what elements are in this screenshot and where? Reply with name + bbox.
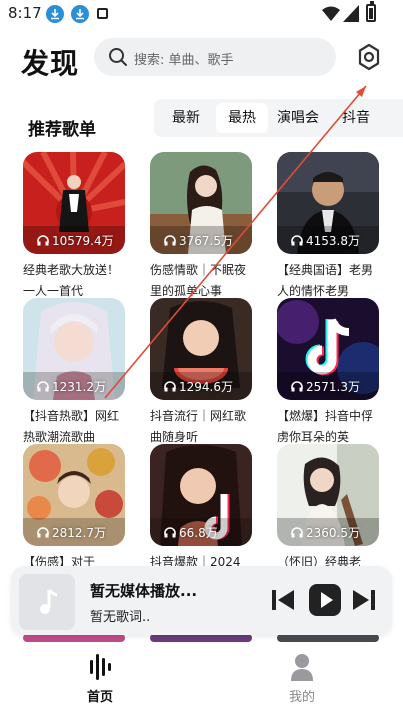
section-title: 推荐歌单 bbox=[28, 120, 96, 140]
play-count: 3767.5万 bbox=[164, 232, 233, 249]
playlist-cover: 3767.5万 bbox=[150, 152, 252, 254]
page-title: 发现 bbox=[21, 47, 80, 80]
playlist-cover: 1294.6万 bbox=[150, 298, 252, 400]
player-artwork bbox=[19, 574, 75, 630]
playlist-card[interactable]: 2571.3万 【燃爆】抖音中俘虏你耳朵的英 bbox=[277, 298, 379, 448]
person-icon bbox=[291, 654, 313, 681]
headphones-icon bbox=[291, 527, 303, 538]
player-track-title: 暂无媒体播放... bbox=[90, 582, 198, 600]
playlist-cover: 4153.8万 bbox=[277, 152, 379, 254]
playlist-title: 【抖音热歌】网红热歌潮流歌曲 bbox=[23, 409, 120, 444]
download-notification-icon bbox=[46, 5, 64, 23]
bottom-nav: 首页 我的 bbox=[0, 642, 403, 716]
tab-concert[interactable]: 演唱会 bbox=[272, 103, 324, 133]
previous-track-button[interactable] bbox=[269, 586, 297, 614]
search-placeholder: 搜索: 单曲、歌手 bbox=[134, 53, 234, 68]
playlist-card[interactable]: 3767.5万 伤感情歌｜不眠夜里的孤单心事 bbox=[150, 152, 252, 302]
play-count: 2571.3万 bbox=[291, 378, 360, 395]
playlist-title: 【经典国语】老男人的情怀老男 bbox=[277, 263, 374, 298]
play-count: 66.8万 bbox=[164, 524, 218, 541]
playlist-cover: 2571.3万 bbox=[277, 298, 379, 400]
notification-square-icon bbox=[97, 8, 108, 19]
headphones-icon bbox=[164, 235, 176, 246]
playlist-card[interactable]: 2360.5万 （怀旧）经典老 bbox=[277, 444, 379, 569]
playlist-cover: 1231.2万 bbox=[23, 298, 125, 400]
player-lyric: 暂无歌词.. bbox=[90, 610, 151, 625]
search-icon bbox=[109, 48, 127, 66]
playlist-card[interactable]: 1231.2万 【抖音热歌】网红热歌潮流歌曲 bbox=[23, 298, 125, 448]
headphones-icon bbox=[37, 527, 49, 538]
playlist-cover: 10579.4万 bbox=[23, 152, 125, 254]
category-tabs: 最新 最热 演唱会 抖音 bbox=[154, 99, 403, 137]
playlist-cover-peek bbox=[277, 634, 379, 642]
play-count: 4153.8万 bbox=[291, 232, 360, 249]
playlist-title: 伤感情歌｜不眠夜里的孤单心事 bbox=[150, 263, 247, 298]
settings-gear-icon[interactable] bbox=[354, 42, 384, 72]
tab-hottest[interactable]: 最热 bbox=[216, 103, 268, 133]
play-count: 2360.5万 bbox=[291, 524, 360, 541]
play-icon bbox=[321, 592, 333, 608]
playlist-cover: 2812.7万 bbox=[23, 444, 125, 546]
download-notification-icon bbox=[71, 5, 89, 23]
play-count: 1231.2万 bbox=[37, 378, 106, 395]
playlist-card[interactable]: 10579.4万 经典老歌大放送！一人一首代 bbox=[23, 152, 125, 302]
headphones-icon bbox=[164, 527, 176, 538]
headphones-icon bbox=[37, 235, 49, 246]
battery-icon bbox=[366, 1, 376, 22]
tab-douyin[interactable]: 抖音 bbox=[330, 103, 382, 133]
music-note-icon bbox=[40, 588, 58, 614]
play-count: 2812.7万 bbox=[37, 524, 106, 541]
nav-mine-label: 我的 bbox=[288, 690, 315, 705]
play-count: 10579.4万 bbox=[37, 232, 114, 249]
headphones-icon bbox=[37, 381, 49, 392]
playlist-cover-peek bbox=[23, 634, 125, 642]
status-time: 8:17 bbox=[8, 4, 42, 22]
headphones-icon bbox=[164, 381, 176, 392]
playlist-card[interactable]: 2812.7万 【伤感】对于 bbox=[23, 444, 125, 569]
playlist-card[interactable]: 66.8万 抖音爆款｜2024 bbox=[150, 444, 252, 569]
headphones-icon bbox=[291, 381, 303, 392]
playlist-cover: 66.8万 bbox=[150, 444, 252, 546]
waveform-icon bbox=[90, 654, 111, 680]
nav-home[interactable]: 首页 bbox=[70, 652, 130, 712]
playlist-cover: 2360.5万 bbox=[277, 444, 379, 546]
signal-icon bbox=[343, 5, 359, 22]
playlist-card[interactable]: 4153.8万 【经典国语】老男人的情怀老男 bbox=[277, 152, 379, 302]
playlist-title: 【燃爆】抖音中俘虏你耳朵的英 bbox=[277, 409, 374, 444]
playlist-card[interactable]: 1294.6万 抖音流行｜网红歌曲随身听 bbox=[150, 298, 252, 448]
headphones-icon bbox=[291, 235, 303, 246]
nav-home-label: 首页 bbox=[86, 690, 113, 705]
wifi-icon bbox=[322, 6, 340, 21]
status-bar: 8:17 bbox=[0, 0, 403, 28]
mini-player[interactable]: 暂无媒体播放... 暂无歌词.. bbox=[11, 566, 392, 635]
play-button[interactable] bbox=[309, 584, 341, 616]
tab-latest[interactable]: 最新 bbox=[160, 103, 212, 133]
nav-mine[interactable]: 我的 bbox=[272, 652, 332, 712]
playlist-cover-peek bbox=[150, 634, 252, 642]
play-count: 1294.6万 bbox=[164, 378, 233, 395]
playlist-title: 经典老歌大放送！一人一首代 bbox=[23, 263, 120, 298]
search-bar[interactable]: 搜索: 单曲、歌手 bbox=[94, 38, 336, 76]
next-track-button[interactable] bbox=[350, 586, 378, 614]
playlist-title: 抖音流行｜网红歌曲随身听 bbox=[150, 409, 247, 444]
